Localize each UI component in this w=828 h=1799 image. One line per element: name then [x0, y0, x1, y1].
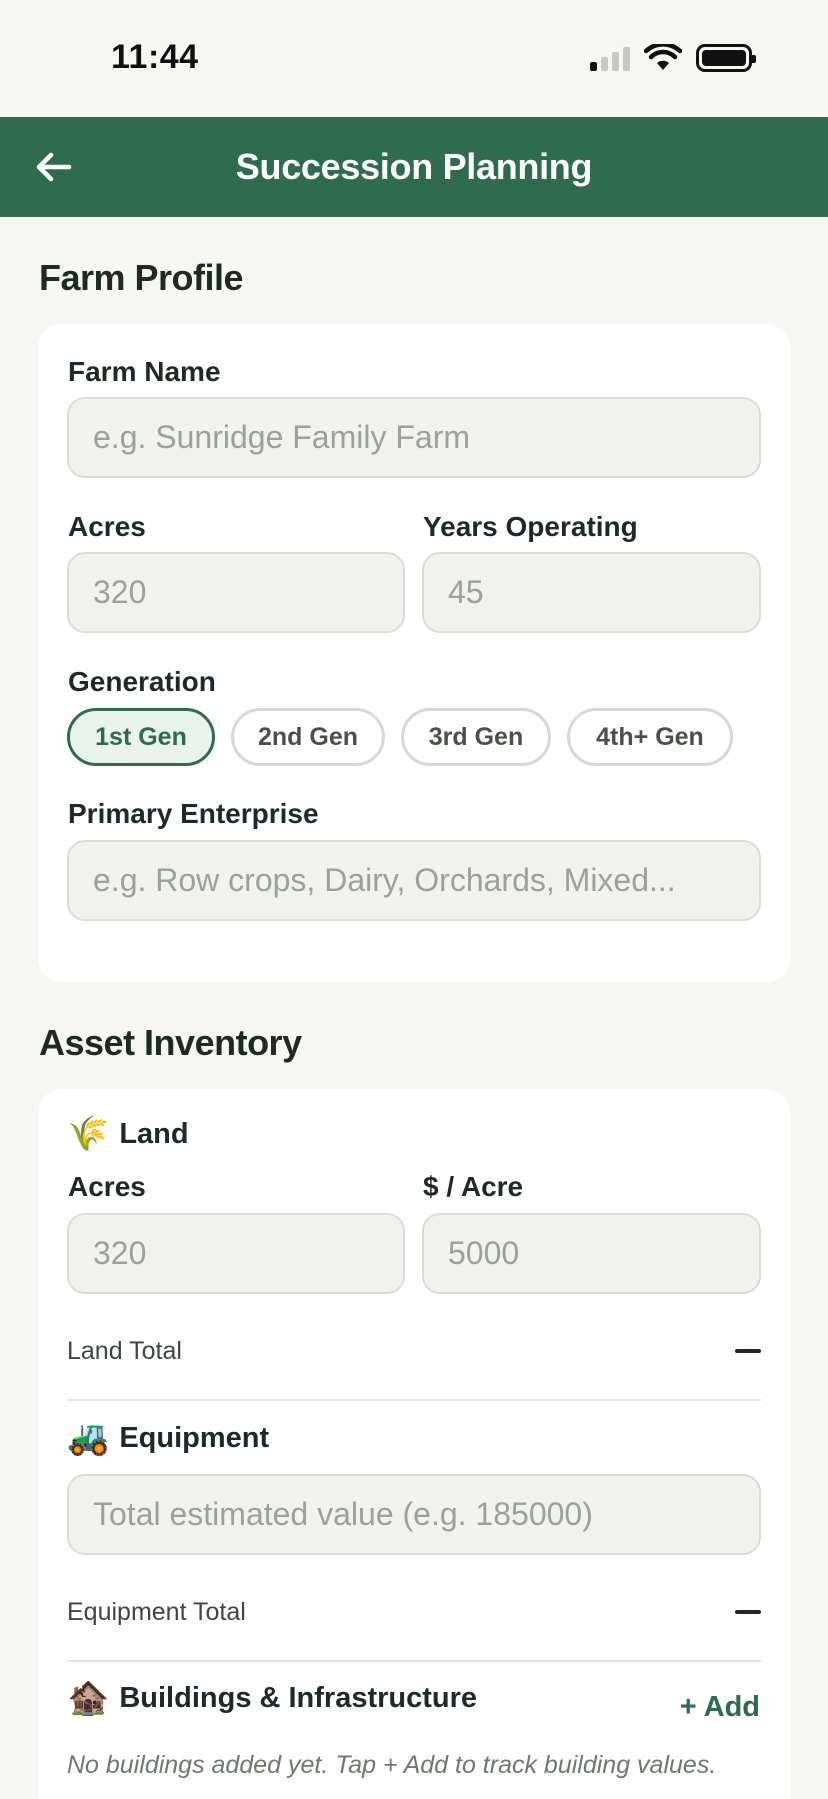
house-icon: 🏚️ [67, 1679, 110, 1717]
arrow-left-icon [36, 152, 72, 182]
generation-label: Generation [68, 666, 216, 697]
equipment-total-label: Equipment Total [67, 1597, 246, 1626]
divider [67, 1399, 761, 1401]
acres-input[interactable]: 320 [67, 552, 405, 633]
acres-placeholder: 320 [93, 574, 147, 610]
equipment-title: Equipment [119, 1421, 270, 1454]
land-total-value [735, 1349, 761, 1353]
buildings-heading: 🏚️ Buildings & Infrastructure [67, 1681, 477, 1715]
price-per-acre-placeholder: 5000 [448, 1235, 520, 1271]
primary-enterprise-label: Primary Enterprise [68, 798, 319, 829]
equipment-total-row: Equipment Total [67, 1592, 761, 1632]
back-button[interactable] [30, 143, 78, 191]
page-title: Succession Planning [235, 146, 593, 187]
farm-name-label: Farm Name [68, 356, 221, 387]
status-icons [590, 44, 756, 72]
land-total-label: Land Total [67, 1336, 182, 1365]
status-bar: 11:44 [0, 0, 828, 117]
farm-profile-heading: Farm Profile [39, 257, 244, 298]
equipment-value-input[interactable]: Total estimated value (e.g. 185000) [67, 1474, 761, 1555]
primary-enterprise-input[interactable]: e.g. Row crops, Dairy, Orchards, Mixed..… [67, 840, 761, 921]
chip-4th-gen[interactable]: 4th+ Gen [567, 708, 733, 766]
divider [67, 1660, 761, 1662]
asset-inventory-heading: Asset Inventory [39, 1022, 302, 1063]
chip-3rd-gen[interactable]: 3rd Gen [401, 708, 551, 766]
land-acres-placeholder: 320 [93, 1235, 147, 1271]
asset-inventory-card: 🌾 Land Acres 320 $ / Acre 5000 Land Tota… [38, 1089, 790, 1799]
tractor-icon: 🚜 [67, 1419, 110, 1457]
app-header: Succession Planning [0, 117, 828, 217]
price-per-acre-input[interactable]: 5000 [422, 1213, 761, 1294]
land-heading: 🌾 Land [67, 1117, 189, 1151]
primary-enterprise-placeholder: e.g. Row crops, Dairy, Orchards, Mixed..… [93, 862, 676, 898]
signal-icon [590, 45, 630, 71]
add-building-button[interactable]: + Add [680, 1691, 760, 1724]
farm-name-placeholder: e.g. Sunridge Family Farm [93, 419, 471, 455]
farm-name-input[interactable]: e.g. Sunridge Family Farm [67, 397, 761, 478]
land-acres-input[interactable]: 320 [67, 1213, 405, 1294]
wheat-icon: 🌾 [67, 1115, 110, 1153]
generation-chips: 1st Gen 2nd Gen 3rd Gen 4th+ Gen [67, 708, 761, 766]
chip-2nd-gen[interactable]: 2nd Gen [231, 708, 385, 766]
years-operating-input[interactable]: 45 [422, 552, 761, 633]
wifi-icon [644, 44, 682, 70]
equipment-heading: 🚜 Equipment [67, 1421, 269, 1455]
land-acres-label: Acres [68, 1171, 146, 1202]
farm-profile-card: Farm Name e.g. Sunridge Family Farm Acre… [38, 324, 790, 982]
acres-label: Acres [68, 511, 146, 542]
price-per-acre-label: $ / Acre [423, 1171, 524, 1202]
land-total-row: Land Total [67, 1331, 761, 1371]
years-operating-placeholder: 45 [448, 574, 484, 610]
buildings-empty-note: No buildings added yet. Tap + Add to tra… [67, 1751, 717, 1779]
equipment-value-placeholder: Total estimated value (e.g. 185000) [93, 1496, 593, 1532]
battery-icon [696, 44, 756, 72]
status-time: 11:44 [111, 38, 199, 76]
chip-1st-gen[interactable]: 1st Gen [67, 708, 215, 766]
years-operating-label: Years Operating [423, 511, 638, 542]
buildings-title: Buildings & Infrastructure [119, 1681, 478, 1714]
equipment-total-value [735, 1610, 761, 1614]
land-title: Land [119, 1117, 189, 1150]
